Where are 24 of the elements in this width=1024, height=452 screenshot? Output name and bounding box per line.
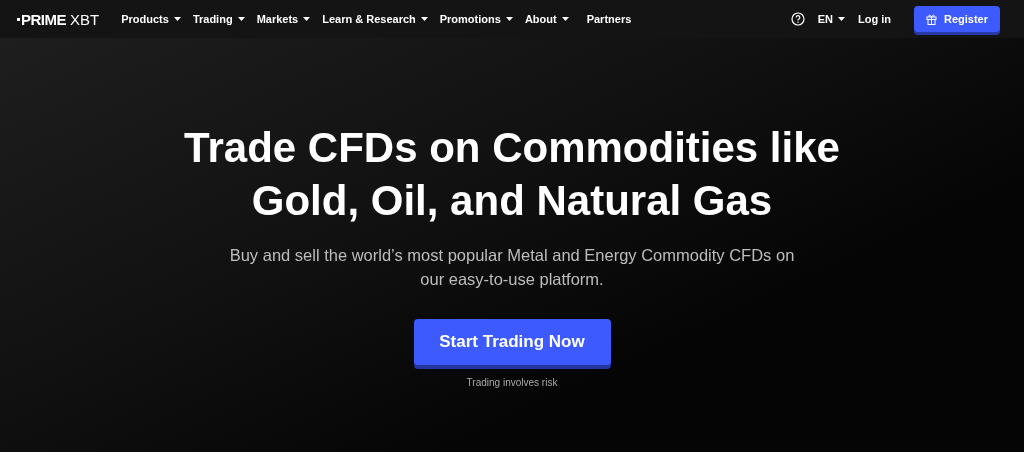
caret-icon: [420, 17, 428, 21]
help-icon[interactable]: [790, 12, 805, 26]
nav-link[interactable]: About: [524, 13, 569, 25]
nav-link[interactable]: Products: [121, 13, 181, 25]
nav-link[interactable]: Partners: [586, 13, 632, 25]
language-selector[interactable]: EN: [817, 13, 845, 25]
register-button[interactable]: Register: [913, 6, 1000, 32]
login-link[interactable]: Log in: [857, 13, 891, 25]
caret-icon: [237, 17, 245, 21]
nav-link[interactable]: Learn & Research: [322, 13, 428, 25]
nav-link[interactable]: Trading: [192, 13, 245, 25]
nav-link[interactable]: Markets: [256, 13, 311, 25]
logo-text: XBT: [70, 10, 100, 28]
caret-icon: [303, 17, 311, 21]
caret-icon: [837, 17, 845, 21]
caret-icon: [173, 17, 181, 21]
gift-icon: [925, 13, 937, 25]
caret-icon: [505, 17, 513, 21]
risk-note: Trading involves risk: [466, 377, 558, 388]
nav-link[interactable]: Promotions: [439, 13, 513, 25]
caret-icon: [561, 17, 569, 21]
hero-title: Trade CFDs on Commodities like Gold, Oil, and Natural Gas: [183, 123, 841, 226]
logo-text: PRIME: [21, 10, 66, 28]
hero-subtitle: Buy and sell the world’s most popular Metal and Energy Commodity CFDs on our easy-to-use platform.: [228, 245, 796, 290]
